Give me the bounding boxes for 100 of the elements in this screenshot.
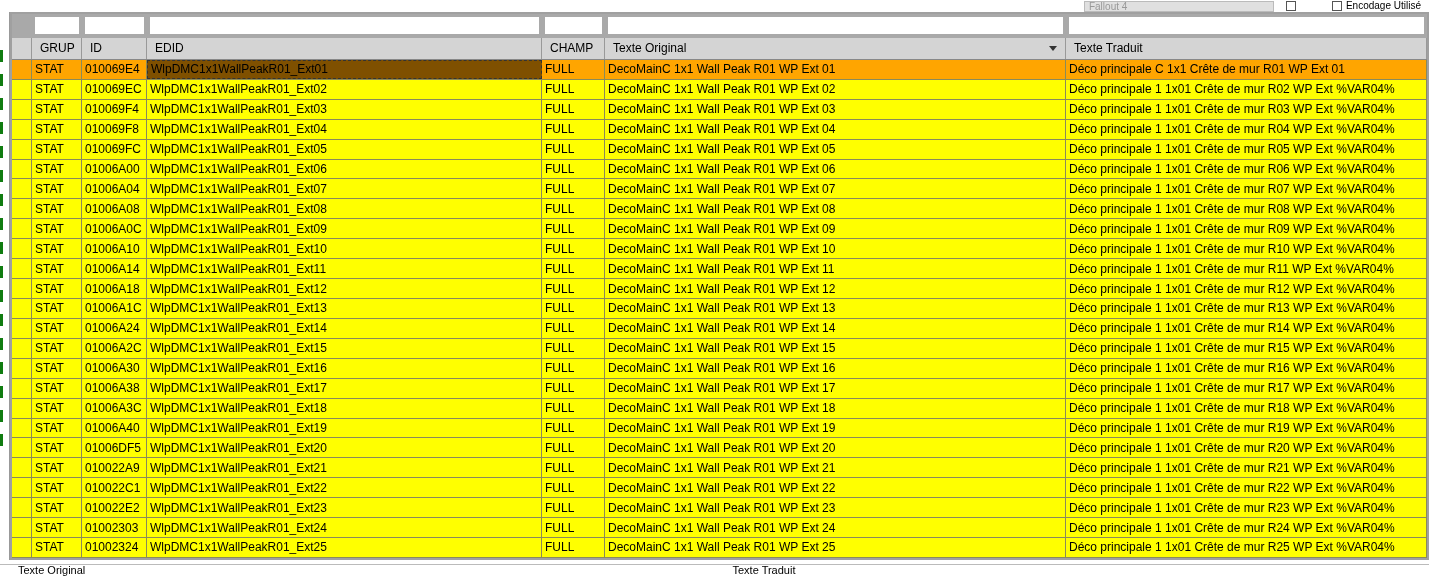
column-header[interactable]: Texte Original xyxy=(605,37,1066,59)
table-cell: 01006A14 xyxy=(82,259,147,279)
table-cell: STAT xyxy=(32,538,82,557)
filter-field[interactable] xyxy=(85,17,144,35)
table-row[interactable]: STAT 01006A1C WlpDMC1x1WallPeakR01_Ext13 FULL DecoMainC 1x1 Wall Peak R01 WP Ext 13 Déco principale 1 1x01 Crête de mur R13 WP Ext %VAR04% xyxy=(12,298,1427,319)
table-row[interactable]: STAT 010022A9 WlpDMC1x1WallPeakR01_Ext21 FULL DecoMainC 1x1 Wall Peak R01 WP Ext 21 Déco principale 1 1x01 Crête de mur R21 WP Ext %VAR04% xyxy=(12,458,1427,479)
table-cell: WlpDMC1x1WallPeakR01_Ext06 xyxy=(147,159,542,179)
table-cell: DecoMainC 1x1 Wall Peak R01 WP Ext 12 xyxy=(605,279,1066,298)
table-cell: FULL xyxy=(542,418,605,438)
checkbox[interactable] xyxy=(1285,1,1296,11)
table-cell: WlpDMC1x1WallPeakR01_Ext23 xyxy=(147,498,542,518)
table-row[interactable]: STAT 01006DF5 WlpDMC1x1WallPeakR01_Ext20 FULL DecoMainC 1x1 Wall Peak R01 WP Ext 20 Déco principale 1 1x01 Crête de mur R20 WP Ext %VAR04% xyxy=(12,438,1427,459)
table-cell: Déco principale 1 1x01 Crête de mur R19 WP Ext %VAR04% xyxy=(1066,418,1427,438)
table-cell: 010069F8 xyxy=(82,119,147,139)
table-cell: FULL xyxy=(542,358,605,378)
table-row[interactable]: STAT 010069F4 WlpDMC1x1WallPeakR01_Ext03 FULL DecoMainC 1x1 Wall Peak R01 WP Ext 03 Déco principale 1 1x01 Crête de mur R03 WP Ext %VAR04% xyxy=(12,99,1427,120)
table-cell: STAT xyxy=(32,119,82,139)
table-row[interactable]: STAT 010069FC WlpDMC1x1WallPeakR01_Ext05 FULL DecoMainC 1x1 Wall Peak R01 WP Ext 05 Déco principale 1 1x01 Crête de mur R05 WP Ext %VAR04% xyxy=(12,139,1427,160)
table-cell: WlpDMC1x1WallPeakR01_Ext21 xyxy=(147,458,542,478)
dropdown-arrow-icon[interactable] xyxy=(1049,45,1057,51)
table-row[interactable]: STAT 01006A40 WlpDMC1x1WallPeakR01_Ext19 FULL DecoMainC 1x1 Wall Peak R01 WP Ext 19 Déco principale 1 1x01 Crête de mur R19 WP Ext %VAR04% xyxy=(12,418,1427,439)
table-row[interactable]: STAT 01006A14 WlpDMC1x1WallPeakR01_Ext11 FULL DecoMainC 1x1 Wall Peak R01 WP Ext 11 Déco principale 1 1x01 Crête de mur R11 WP Ext %VAR04% xyxy=(12,259,1427,280)
table-cell: DecoMainC 1x1 Wall Peak R01 WP Ext 21 xyxy=(605,458,1066,478)
table-cell: FULL xyxy=(542,498,605,518)
table-cell: 01006A10 xyxy=(82,239,147,259)
table-row[interactable]: STAT 010022E2 WlpDMC1x1WallPeakR01_Ext23 FULL DecoMainC 1x1 Wall Peak R01 WP Ext 23 Déco principale 1 1x01 Crête de mur R23 WP Ext %VAR04% xyxy=(12,498,1427,519)
table-row[interactable]: STAT 01006A38 WlpDMC1x1WallPeakR01_Ext17 FULL DecoMainC 1x1 Wall Peak R01 WP Ext 17 Déco principale 1 1x01 Crête de mur R17 WP Ext %VAR04% xyxy=(12,378,1427,399)
table-cell: FULL xyxy=(542,199,605,219)
table-row[interactable]: STAT 01006A08 WlpDMC1x1WallPeakR01_Ext08 FULL DecoMainC 1x1 Wall Peak R01 WP Ext 08 Déco principale 1 1x01 Crête de mur R08 WP Ext %VAR04% xyxy=(12,199,1427,220)
table-cell: FULL xyxy=(542,59,605,79)
filter-field[interactable] xyxy=(35,17,79,35)
table-cell: FULL xyxy=(542,518,605,538)
table-cell: DecoMainC 1x1 Wall Peak R01 WP Ext 07 xyxy=(605,179,1066,199)
column-header[interactable]: CHAMP xyxy=(542,37,605,59)
table-cell: WlpDMC1x1WallPeakR01_Ext08 xyxy=(147,199,542,219)
table-row[interactable]: STAT 010069EC WlpDMC1x1WallPeakR01_Ext02 FULL DecoMainC 1x1 Wall Peak R01 WP Ext 02 Déco principale 1 1x01 Crête de mur R02 WP Ext %VAR04% xyxy=(12,79,1427,100)
table-cell: Déco principale 1 1x01 Crête de mur R21 WP Ext %VAR04% xyxy=(1066,458,1427,478)
table-cell: STAT xyxy=(32,159,82,179)
table-row[interactable]: STAT 01006A18 WlpDMC1x1WallPeakR01_Ext12 FULL DecoMainC 1x1 Wall Peak R01 WP Ext 12 Déco principale 1 1x01 Crête de mur R12 WP Ext %VAR04% xyxy=(12,279,1427,299)
filter-field[interactable] xyxy=(608,17,1063,35)
table-row[interactable]: STAT 01002324 WlpDMC1x1WallPeakR01_Ext25 FULL DecoMainC 1x1 Wall Peak R01 WP Ext 25 Déco principale 1 1x01 Crête de mur R25 WP Ext %VAR04% xyxy=(12,538,1427,558)
table-cell: DecoMainC 1x1 Wall Peak R01 WP Ext 11 xyxy=(605,259,1066,279)
table-row[interactable]: STAT 01006A3C WlpDMC1x1WallPeakR01_Ext18 FULL DecoMainC 1x1 Wall Peak R01 WP Ext 18 Déco principale 1 1x01 Crête de mur R18 WP Ext %VAR04% xyxy=(12,398,1427,419)
table-cell: 01006A00 xyxy=(82,159,147,179)
table-row[interactable]: STAT 01006A0C WlpDMC1x1WallPeakR01_Ext09 FULL DecoMainC 1x1 Wall Peak R01 WP Ext 09 Déco principale 1 1x01 Crête de mur R09 WP Ext %VAR04% xyxy=(12,219,1427,240)
table-cell: WlpDMC1x1WallPeakR01_Ext02 xyxy=(147,79,542,99)
table-cell: FULL xyxy=(542,259,605,279)
column-header[interactable]: ID xyxy=(82,37,147,59)
table-cell: STAT xyxy=(32,179,82,199)
table-row[interactable]: STAT 01006A30 WlpDMC1x1WallPeakR01_Ext16 FULL DecoMainC 1x1 Wall Peak R01 WP Ext 16 Déco principale 1 1x01 Crête de mur R16 WP Ext %VAR04% xyxy=(12,358,1427,379)
table-row[interactable]: STAT 01006A04 WlpDMC1x1WallPeakR01_Ext07 FULL DecoMainC 1x1 Wall Peak R01 WP Ext 07 Déco principale 1 1x01 Crête de mur R07 WP Ext %VAR04% xyxy=(12,179,1427,200)
table-cell: Déco principale 1 1x01 Crête de mur R25 WP Ext %VAR04% xyxy=(1066,538,1427,557)
table-cell: Déco principale C 1x1 Crête de mur R01 WP Ext 01 xyxy=(1066,59,1427,79)
table-cell: FULL xyxy=(542,279,605,298)
table-cell: 010022C1 xyxy=(82,478,147,498)
table-cell: STAT xyxy=(32,338,82,358)
table-row[interactable]: STAT 010069E4 WlpDMC1x1WallPeakR01_Ext01 FULL DecoMainC 1x1 Wall Peak R01 WP Ext 01 Déco principale C 1x1 Crête de mur R01 WP Ext 01 xyxy=(12,59,1427,80)
table-cell: Déco principale 1 1x01 Crête de mur R12 WP Ext %VAR04% xyxy=(1066,279,1427,298)
table-row[interactable]: STAT 01006A10 WlpDMC1x1WallPeakR01_Ext10 FULL DecoMainC 1x1 Wall Peak R01 WP Ext 10 Déco principale 1 1x01 Crête de mur R10 WP Ext %VAR04% xyxy=(12,239,1427,260)
table-row[interactable]: STAT 01006A24 WlpDMC1x1WallPeakR01_Ext14 FULL DecoMainC 1x1 Wall Peak R01 WP Ext 14 Déco principale 1 1x01 Crête de mur R14 WP Ext %VAR04% xyxy=(12,318,1427,339)
table-cell: DecoMainC 1x1 Wall Peak R01 WP Ext 22 xyxy=(605,478,1066,498)
filter-field[interactable] xyxy=(150,17,539,35)
filter-field[interactable] xyxy=(1069,17,1424,35)
table-cell: 010069F4 xyxy=(82,99,147,119)
column-header[interactable]: GRUP xyxy=(32,37,82,59)
table-cell: FULL xyxy=(542,478,605,498)
table-cell: WlpDMC1x1WallPeakR01_Ext13 xyxy=(147,298,542,318)
filter-field[interactable] xyxy=(545,17,602,35)
table-cell: STAT xyxy=(32,59,82,79)
table-cell: Déco principale 1 1x01 Crête de mur R18 WP Ext %VAR04% xyxy=(1066,398,1427,418)
table-cell: WlpDMC1x1WallPeakR01_Ext05 xyxy=(147,139,542,159)
table-cell: WlpDMC1x1WallPeakR01_Ext17 xyxy=(147,378,542,398)
checkbox[interactable] xyxy=(1331,1,1342,11)
table-cell: 01006A40 xyxy=(82,418,147,438)
table-cell: DecoMainC 1x1 Wall Peak R01 WP Ext 08 xyxy=(605,199,1066,219)
table-cell: DecoMainC 1x1 Wall Peak R01 WP Ext 18 xyxy=(605,398,1066,418)
table-cell: 010069FC xyxy=(82,139,147,159)
table-cell: 01006A3C xyxy=(82,398,147,418)
table-cell: DecoMainC 1x1 Wall Peak R01 WP Ext 04 xyxy=(605,119,1066,139)
table-cell: DecoMainC 1x1 Wall Peak R01 WP Ext 16 xyxy=(605,358,1066,378)
table-cell: STAT xyxy=(32,318,82,338)
table-cell: 01006A24 xyxy=(82,318,147,338)
table-row[interactable]: STAT 010022C1 WlpDMC1x1WallPeakR01_Ext22 FULL DecoMainC 1x1 Wall Peak R01 WP Ext 22 Déco principale 1 1x01 Crête de mur R22 WP Ext %VAR04% xyxy=(12,478,1427,499)
table-cell: DecoMainC 1x1 Wall Peak R01 WP Ext 09 xyxy=(605,219,1066,239)
table-cell: STAT xyxy=(32,418,82,438)
column-header[interactable]: EDID xyxy=(147,37,542,59)
table-cell: FULL xyxy=(542,119,605,139)
table-cell: STAT xyxy=(32,219,82,239)
table-cell: STAT xyxy=(32,398,82,418)
table-row[interactable]: STAT 01006A2C WlpDMC1x1WallPeakR01_Ext15 FULL DecoMainC 1x1 Wall Peak R01 WP Ext 15 Déco principale 1 1x01 Crête de mur R15 WP Ext %VAR04% xyxy=(12,338,1427,359)
column-header[interactable]: Texte Traduit xyxy=(1066,37,1427,59)
table-cell: STAT xyxy=(32,239,82,259)
table-row[interactable]: STAT 01002303 WlpDMC1x1WallPeakR01_Ext24 FULL DecoMainC 1x1 Wall Peak R01 WP Ext 24 Déco principale 1 1x01 Crête de mur R24 WP Ext %VAR04% xyxy=(12,518,1427,539)
table-cell: DecoMainC 1x1 Wall Peak R01 WP Ext 13 xyxy=(605,298,1066,318)
table-cell: 01002303 xyxy=(82,518,147,538)
table-cell: FULL xyxy=(542,538,605,557)
table-row[interactable]: STAT 01006A00 WlpDMC1x1WallPeakR01_Ext06 FULL DecoMainC 1x1 Wall Peak R01 WP Ext 06 Déco principale 1 1x01 Crête de mur R06 WP Ext %VAR04% xyxy=(12,159,1427,180)
table-cell: STAT xyxy=(32,279,82,298)
table-cell: DecoMainC 1x1 Wall Peak R01 WP Ext 20 xyxy=(605,438,1066,458)
table-row[interactable]: STAT 010069F8 WlpDMC1x1WallPeakR01_Ext04 FULL DecoMainC 1x1 Wall Peak R01 WP Ext 04 Déco principale 1 1x01 Crête de mur R04 WP Ext %VAR04% xyxy=(12,119,1427,140)
